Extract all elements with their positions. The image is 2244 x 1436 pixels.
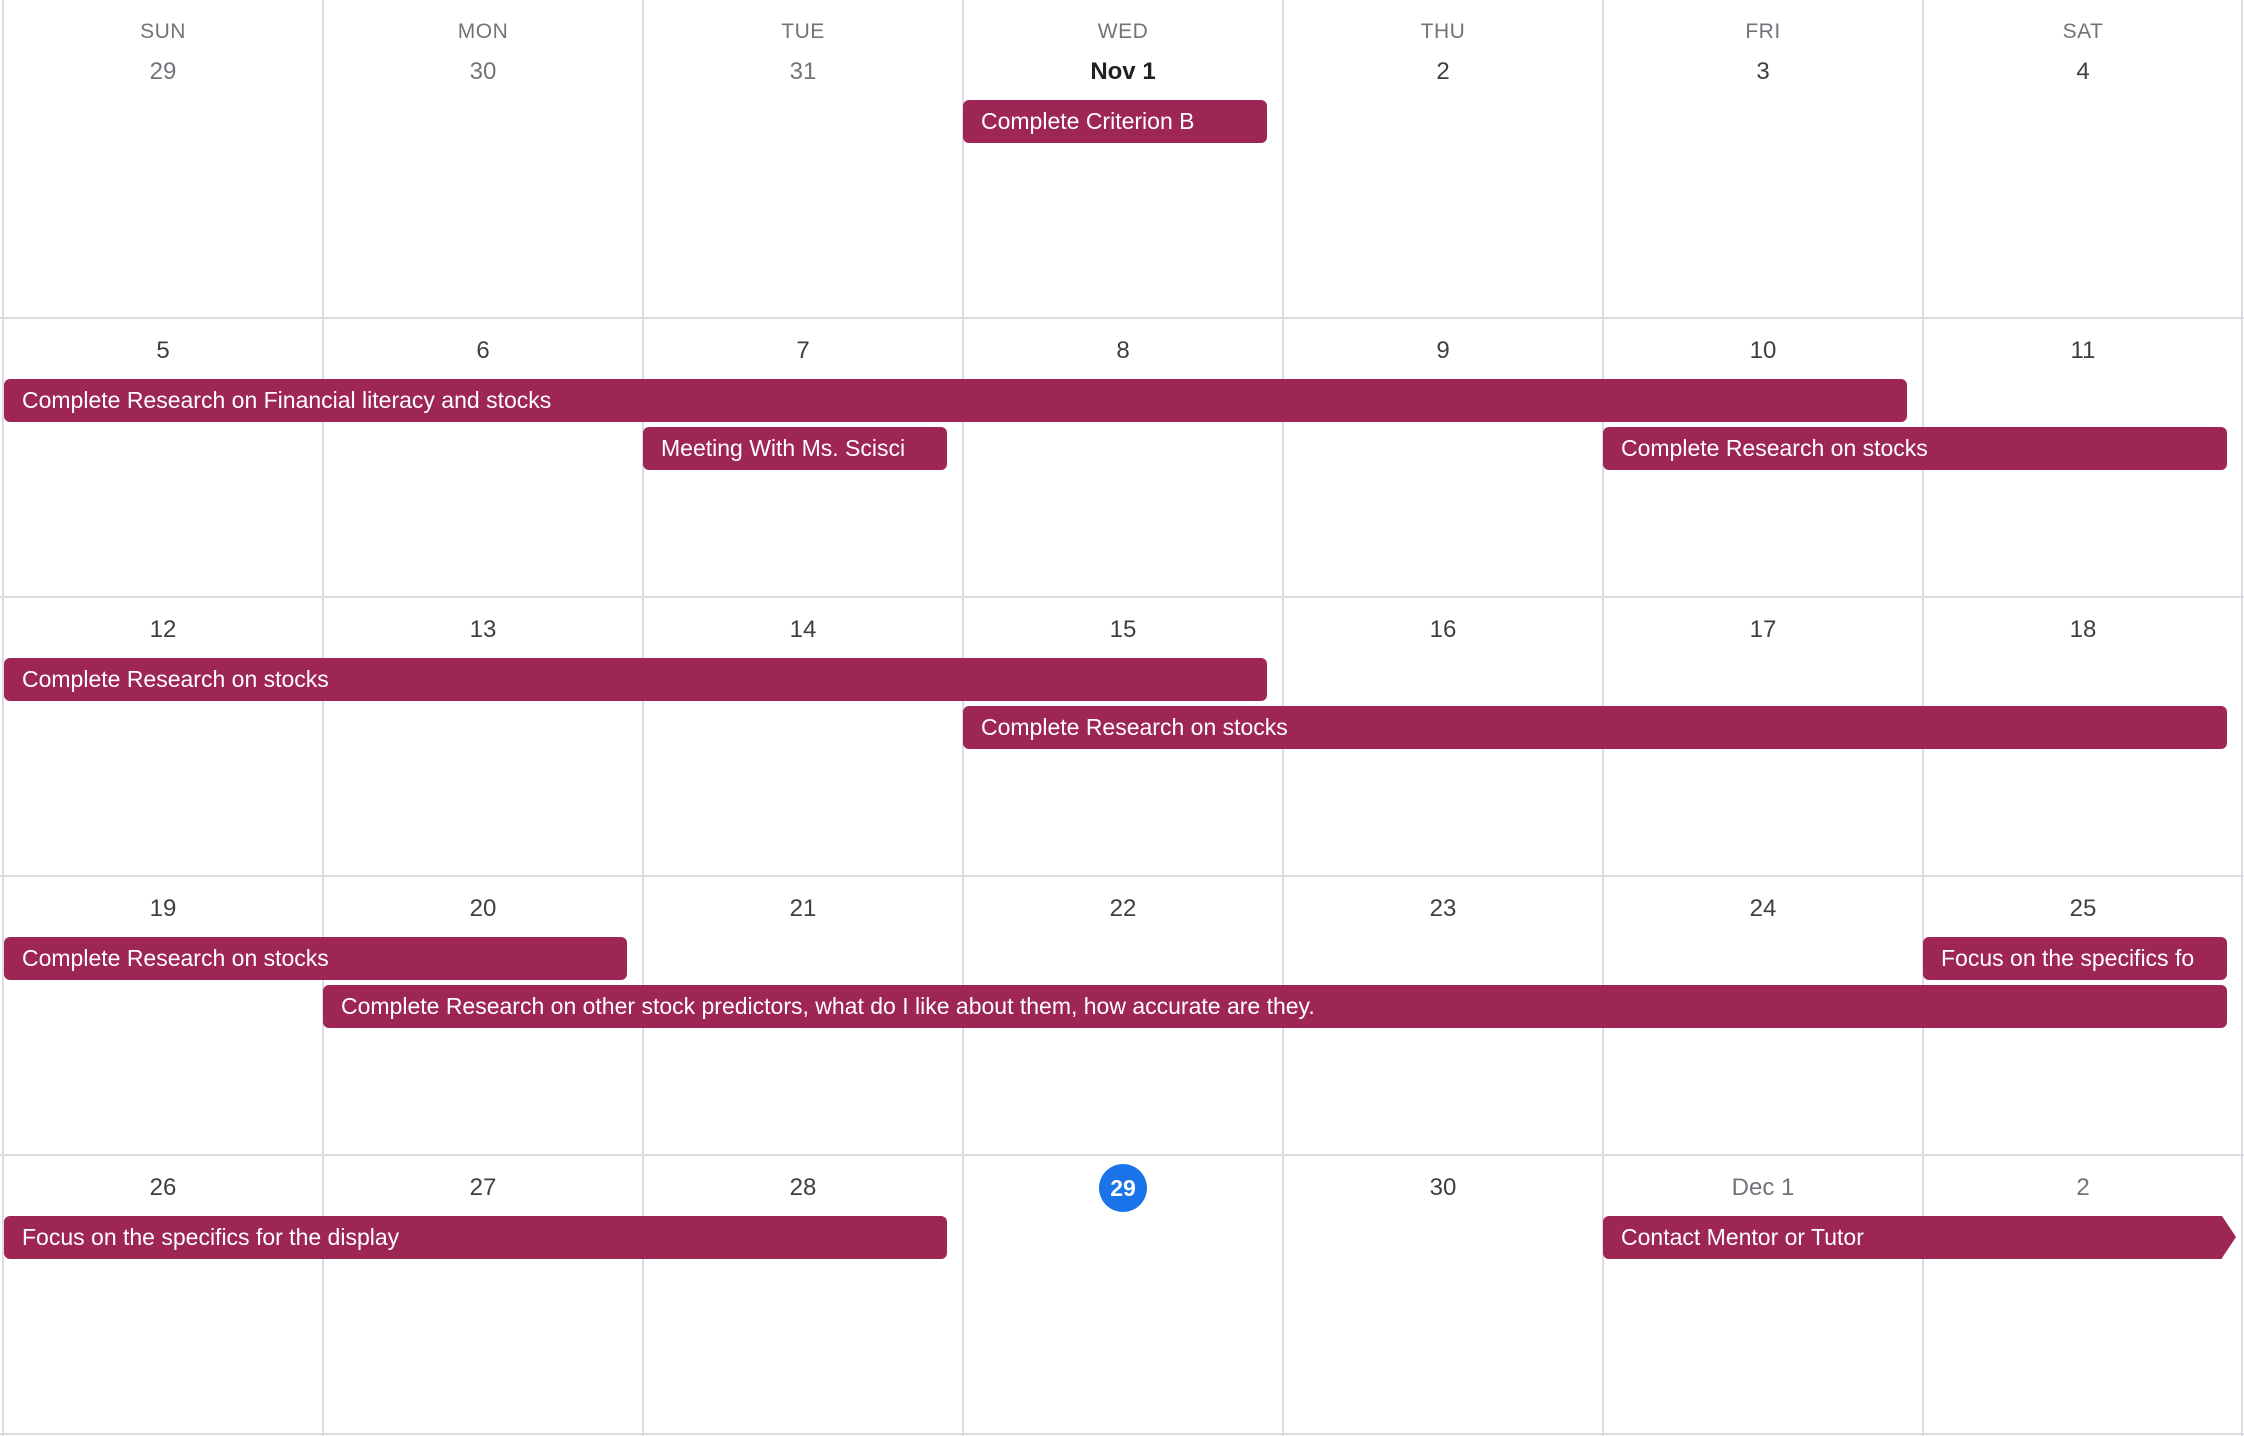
week-divider (0, 875, 2244, 877)
day-number[interactable]: 19 (63, 885, 263, 933)
day-number[interactable]: 26 (63, 1164, 263, 1212)
day-number[interactable]: 22 (1023, 885, 1223, 933)
day-divider (2241, 0, 2243, 1436)
event-chip[interactable]: Complete Research on stocks (4, 658, 1267, 701)
event-chip[interactable]: Complete Research on stocks (4, 937, 627, 980)
day-number[interactable]: 5 (63, 327, 263, 375)
day-number[interactable]: 28 (703, 1164, 903, 1212)
day-number[interactable]: 24 (1663, 885, 1863, 933)
event-chip[interactable]: Complete Research on stocks (963, 706, 2227, 749)
day-number[interactable]: 4 (1983, 48, 2183, 96)
week-divider (0, 1154, 2244, 1156)
today-number: 29 (1110, 1175, 1136, 1201)
day-number[interactable]: 31 (703, 48, 903, 96)
day-number[interactable]: 14 (703, 606, 903, 654)
week-divider (0, 596, 2244, 598)
event-chip[interactable]: Meeting With Ms. Scisci (643, 427, 947, 470)
month-calendar-grid: SUN MON TUE WED THU FRI SAT 29 30 31 Nov… (0, 0, 2244, 1436)
day-number[interactable]: 30 (383, 48, 583, 96)
week-divider (0, 317, 2244, 319)
day-number[interactable]: 6 (383, 327, 583, 375)
week-divider (0, 1433, 2244, 1435)
day-number[interactable]: 23 (1343, 885, 1543, 933)
weekday-header-sat: SAT (2062, 20, 2104, 43)
day-number[interactable]: 12 (63, 606, 263, 654)
today-day-number[interactable]: 29 (1023, 1164, 1223, 1212)
day-number[interactable]: 9 (1343, 327, 1543, 375)
weekday-header-thu: THU (1420, 20, 1466, 43)
day-number[interactable]: Nov 1 (1023, 48, 1223, 96)
day-number[interactable]: 2 (1343, 48, 1543, 96)
day-number[interactable]: 17 (1663, 606, 1863, 654)
weekday-header-wed: WED (1097, 20, 1149, 43)
event-chip[interactable]: Contact Mentor or Tutor (1603, 1216, 2222, 1259)
day-number[interactable]: 29 (63, 48, 263, 96)
event-chip[interactable]: Complete Criterion B (963, 100, 1267, 143)
day-number[interactable]: 3 (1663, 48, 1863, 96)
day-number[interactable]: 2 (1983, 1164, 2183, 1212)
day-number[interactable]: 16 (1343, 606, 1543, 654)
event-chip[interactable]: Complete Research on stocks (1603, 427, 2227, 470)
day-number[interactable]: 18 (1983, 606, 2183, 654)
weekday-header-mon: MON (457, 20, 509, 43)
day-number[interactable]: 15 (1023, 606, 1223, 654)
event-chip[interactable]: Focus on the specifics fo (1923, 937, 2227, 980)
day-number[interactable]: 11 (1983, 327, 2183, 375)
day-number[interactable]: 10 (1663, 327, 1863, 375)
day-number[interactable]: Dec 1 (1663, 1164, 1863, 1212)
day-number[interactable]: 27 (383, 1164, 583, 1212)
continues-arrow-icon (2222, 1216, 2236, 1258)
event-chip[interactable]: Complete Research on Financial literacy … (4, 379, 1907, 422)
day-number[interactable]: 20 (383, 885, 583, 933)
day-number[interactable]: 7 (703, 327, 903, 375)
event-chip[interactable]: Focus on the specifics for the display (4, 1216, 947, 1259)
day-number[interactable]: 25 (1983, 885, 2183, 933)
day-number[interactable]: 30 (1343, 1164, 1543, 1212)
weekday-header-tue: TUE (781, 20, 825, 43)
day-number[interactable]: 8 (1023, 327, 1223, 375)
day-number[interactable]: 21 (703, 885, 903, 933)
day-number[interactable]: 13 (383, 606, 583, 654)
event-chip[interactable]: Complete Research on other stock predict… (323, 985, 2227, 1028)
weekday-header-fri: FRI (1745, 20, 1781, 43)
weekday-header-sun: SUN (140, 20, 186, 43)
